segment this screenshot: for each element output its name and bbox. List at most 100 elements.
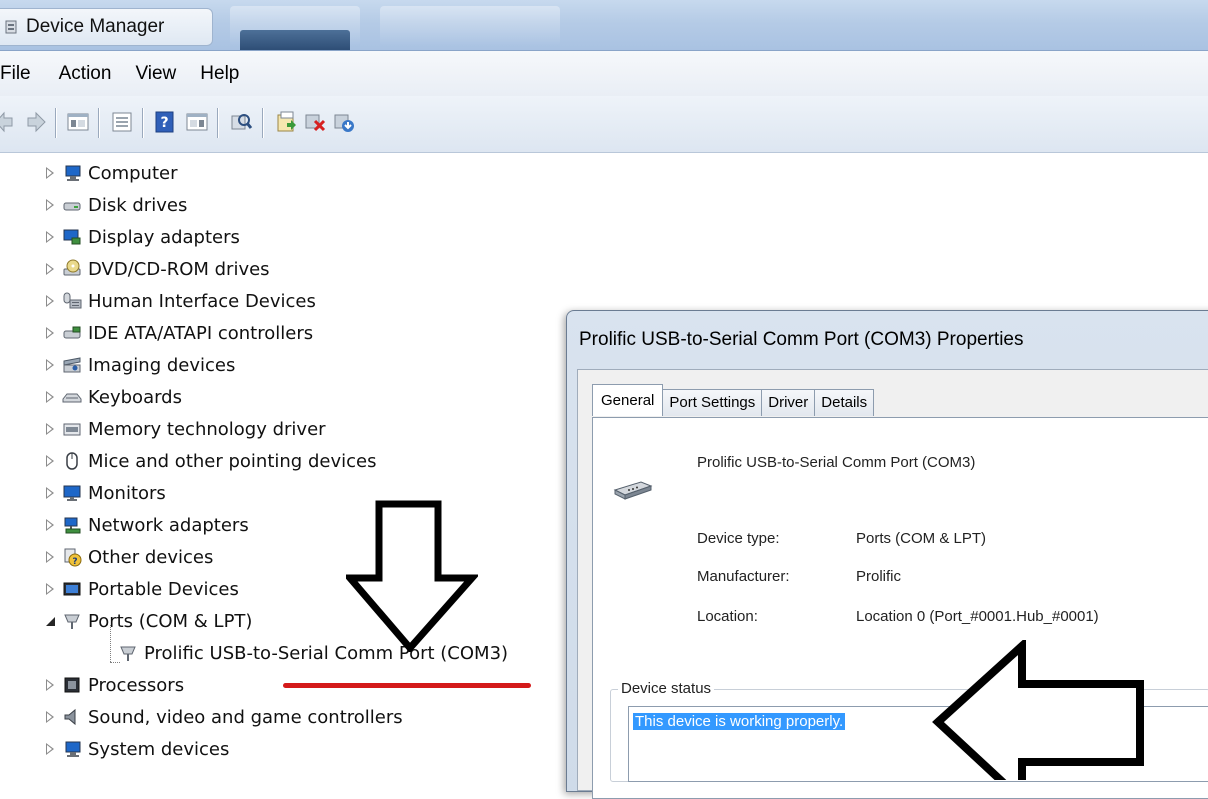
expand-arrow-icon[interactable] <box>46 327 56 339</box>
tree-item-mice[interactable]: Mice and other pointing devices <box>46 446 376 476</box>
mouse-icon <box>62 451 82 471</box>
tab-strip: General Port Settings Driver Details <box>592 384 875 416</box>
device-manager-icon <box>4 18 20 36</box>
computer-icon <box>62 163 82 183</box>
update-driver-icon[interactable] <box>275 110 299 134</box>
port-icon <box>62 611 82 631</box>
dialog-title: Prolific USB-to-Serial Comm Port (COM3) … <box>579 329 1024 350</box>
expand-arrow-icon[interactable] <box>46 423 56 435</box>
device-type-label: Device type: <box>697 530 780 547</box>
speaker-icon <box>62 707 82 727</box>
show-hide-console-tree-icon[interactable] <box>66 110 90 134</box>
scan-hardware-changes-icon[interactable] <box>229 110 253 134</box>
tree-item-other-devices[interactable]: ? Other devices <box>46 542 213 572</box>
expand-arrow-icon[interactable] <box>46 743 56 755</box>
tab-port-settings[interactable]: Port Settings <box>662 389 763 416</box>
expand-arrow-icon[interactable] <box>46 455 56 467</box>
collapse-arrow-icon[interactable] <box>46 615 56 627</box>
tree-item-ide-controllers[interactable]: IDE ATA/ATAPI controllers <box>46 318 313 348</box>
tree-item-sound-video-game[interactable]: Sound, video and game controllers <box>46 702 403 732</box>
expand-arrow-icon[interactable] <box>46 583 56 595</box>
forward-icon[interactable] <box>24 110 48 134</box>
tab-details[interactable]: Details <box>814 389 875 416</box>
tree-item-portable-devices[interactable]: Portable Devices <box>46 574 239 604</box>
back-icon[interactable] <box>0 110 18 134</box>
tree-item-dvd-drives[interactable]: DVD/CD-ROM drives <box>46 254 270 284</box>
tree-item-network-adapters[interactable]: Network adapters <box>46 510 249 540</box>
ide-controller-icon <box>62 323 82 343</box>
toolbar: ? <box>0 96 1208 153</box>
window-title: Device Manager <box>26 16 165 37</box>
taskbar-thumbnail <box>240 30 350 50</box>
expand-arrow-icon[interactable] <box>46 167 56 179</box>
unknown-device-icon: ? <box>62 547 82 567</box>
expand-arrow-icon[interactable] <box>46 519 56 531</box>
tree-item-disk-drives[interactable]: Disk drives <box>46 190 187 220</box>
hid-icon <box>62 291 82 311</box>
svg-text:?: ? <box>160 115 168 131</box>
tab-driver[interactable]: Driver <box>761 389 816 416</box>
annotation-left-arrow <box>932 640 1144 780</box>
tree-item-display-adapters[interactable]: Display adapters <box>46 222 240 252</box>
menu-file[interactable]: File <box>0 51 47 96</box>
menu-help[interactable]: Help <box>188 51 251 96</box>
tree-item-human-interface-devices[interactable]: Human Interface Devices <box>46 286 316 316</box>
title-bar: Device Manager <box>0 0 1208 51</box>
expand-arrow-icon[interactable] <box>46 551 56 563</box>
monitor-icon <box>62 483 82 503</box>
expand-arrow-icon[interactable] <box>46 711 56 723</box>
tab-general[interactable]: General <box>592 384 664 416</box>
tree-item-processors[interactable]: Processors <box>46 670 184 700</box>
annotation-underline <box>283 683 531 688</box>
window-title-area[interactable]: Device Manager <box>0 8 213 46</box>
portable-device-icon <box>62 579 82 599</box>
serial-port-icon <box>613 476 653 504</box>
device-type-value: Ports (COM & LPT) <box>856 530 987 547</box>
expand-arrow-icon[interactable] <box>46 487 56 499</box>
device-status-text[interactable]: This device is working properly. <box>633 713 846 730</box>
toolbar-separator <box>262 108 263 138</box>
toolbar-separator <box>142 108 143 138</box>
device-status-label: Device status <box>618 680 715 697</box>
tree-item-keyboards[interactable]: Keyboards <box>46 382 182 412</box>
tree-item-imaging-devices[interactable]: Imaging devices <box>46 350 235 380</box>
properties-icon[interactable] <box>110 110 134 134</box>
tree-item-monitors[interactable]: Monitors <box>46 478 166 508</box>
keyboard-icon <box>62 387 82 407</box>
menu-view[interactable]: View <box>123 51 188 96</box>
expand-arrow-icon[interactable] <box>46 295 56 307</box>
expand-arrow-icon[interactable] <box>46 263 56 275</box>
expand-arrow-icon[interactable] <box>46 391 56 403</box>
tree-item-memory-technology-driver[interactable]: Memory technology driver <box>46 414 326 444</box>
svg-text:?: ? <box>72 557 77 567</box>
title-bar-glass <box>380 6 560 46</box>
menu-bar: File Action View Help <box>0 51 1208 96</box>
tree-item-system-devices[interactable]: System devices <box>46 734 229 764</box>
manufacturer-label: Manufacturer: <box>697 568 790 585</box>
expand-arrow-icon[interactable] <box>46 679 56 691</box>
manufacturer-value: Prolific <box>856 568 902 585</box>
system-device-icon <box>62 739 82 759</box>
tree-connector <box>110 662 120 663</box>
expand-arrow-icon[interactable] <box>46 231 56 243</box>
tree-connector <box>110 625 111 662</box>
location-label: Location: <box>697 608 758 625</box>
serial-port-icon <box>118 643 138 663</box>
memory-icon <box>62 419 82 439</box>
processor-icon <box>62 675 82 695</box>
device-name: Prolific USB-to-Serial Comm Port (COM3) <box>697 454 976 471</box>
menu-action[interactable]: Action <box>47 51 124 96</box>
action-pane-icon[interactable] <box>185 110 209 134</box>
uninstall-device-icon[interactable] <box>303 110 327 134</box>
disk-drive-icon <box>62 195 82 215</box>
tree-item-ports[interactable]: Ports (COM & LPT) <box>46 606 252 636</box>
toolbar-separator <box>98 108 99 138</box>
expand-arrow-icon[interactable] <box>46 359 56 371</box>
toolbar-separator <box>217 108 218 138</box>
enable-device-icon[interactable] <box>332 110 356 134</box>
expand-arrow-icon[interactable] <box>46 199 56 211</box>
help-icon[interactable]: ? <box>153 110 177 134</box>
annotation-down-arrow <box>346 500 478 652</box>
tree-item-computer[interactable]: Computer <box>46 158 177 188</box>
network-adapter-icon <box>62 515 82 535</box>
